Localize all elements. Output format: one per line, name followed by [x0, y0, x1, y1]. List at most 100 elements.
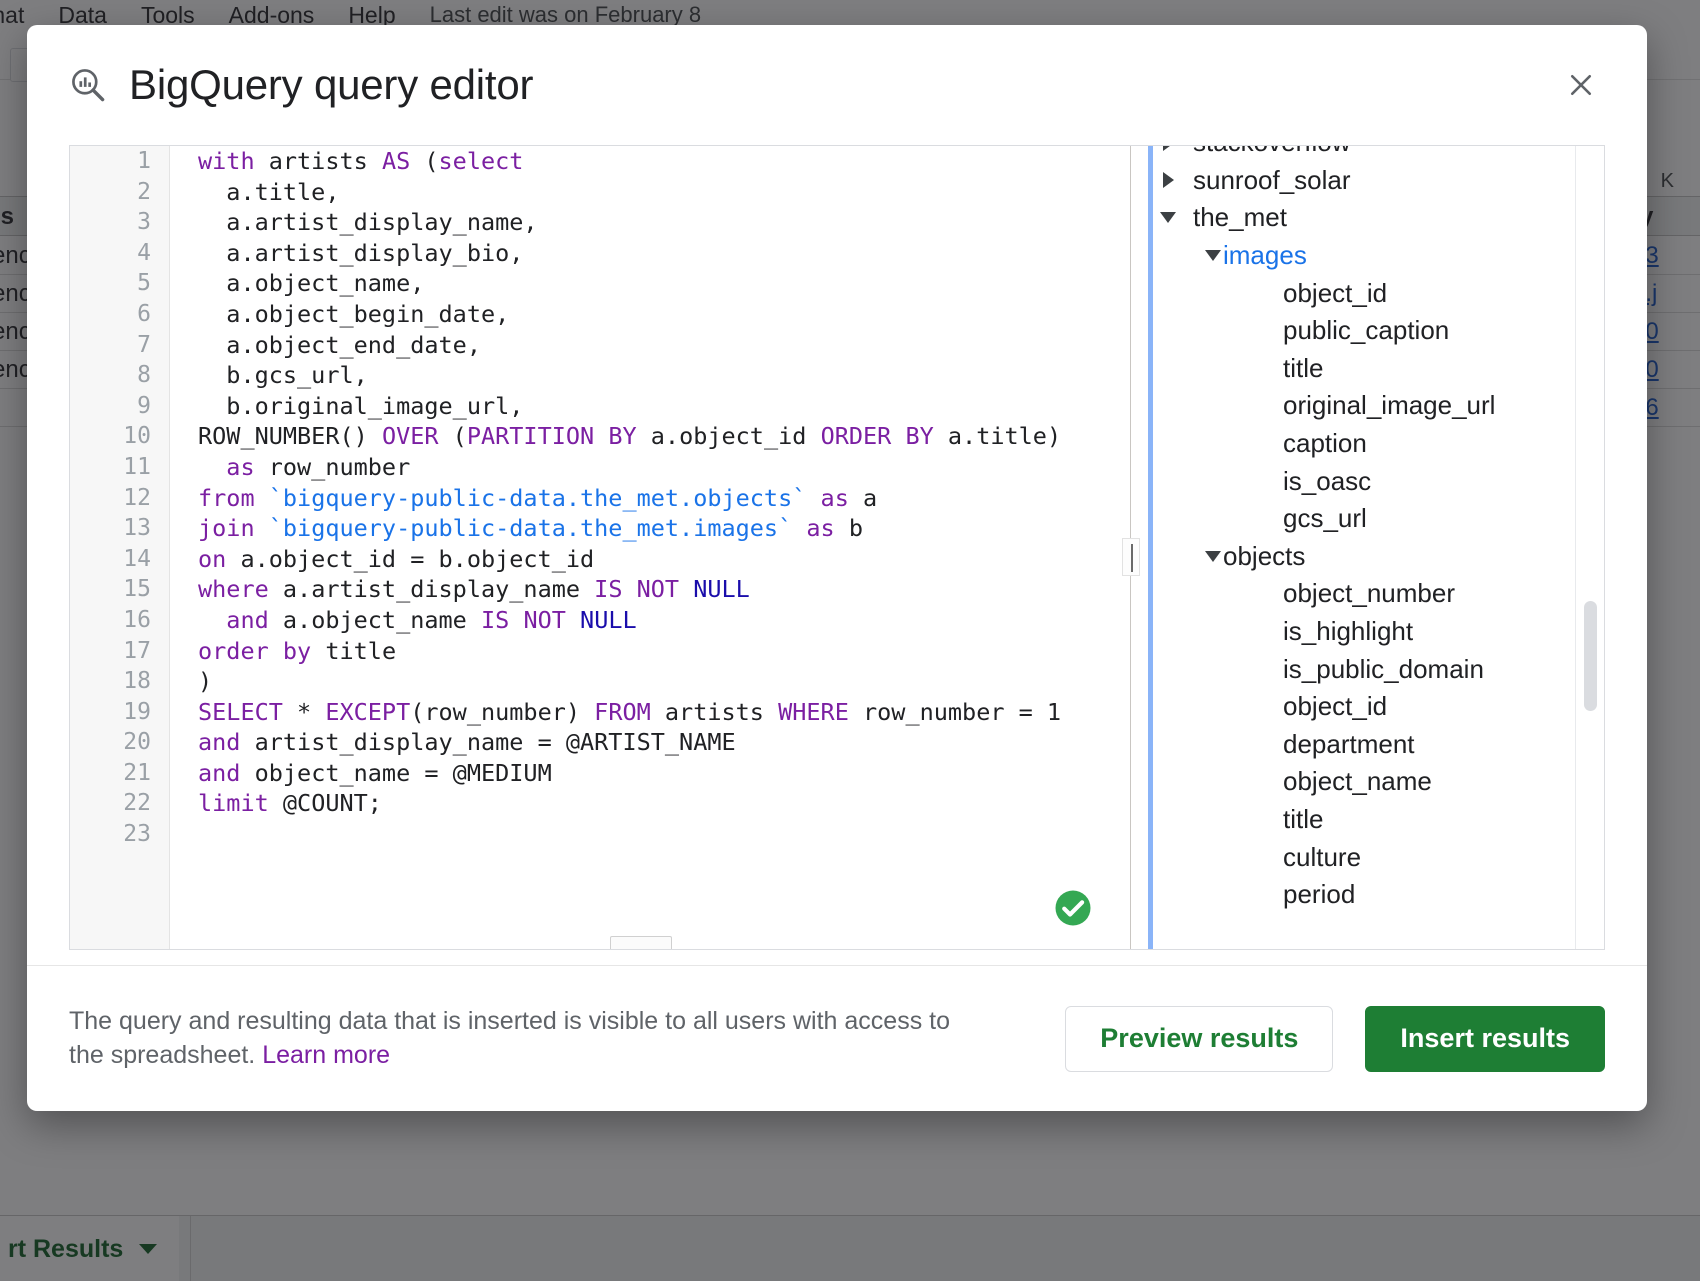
schema-tree-item-label: title — [1283, 353, 1323, 384]
schema-tree-item-sunroof_solar[interactable]: sunroof_solar — [1153, 162, 1574, 200]
sql-editor-pane[interactable]: 1234567891011121314151617181920212223 wi… — [69, 145, 1114, 950]
chevron-down-icon[interactable] — [1183, 250, 1213, 261]
schema-tree-item-department[interactable]: department — [1153, 726, 1574, 764]
code-line: limit @COUNT; — [198, 788, 1114, 819]
dialog-header: BigQuery query editor — [27, 25, 1647, 145]
schema-tree-item-object_id[interactable]: object_id — [1153, 274, 1574, 312]
bigquery-search-icon — [69, 66, 107, 104]
dialog-body: 1234567891011121314151617181920212223 wi… — [69, 145, 1605, 950]
code-line: a.object_end_date, — [198, 330, 1114, 361]
schema-tree-item-label: caption — [1283, 428, 1367, 459]
schema-tree-item-public_caption[interactable]: public_caption — [1153, 312, 1574, 350]
schema-tree-item-stackoverflow[interactable]: stackoverflow — [1153, 145, 1574, 162]
code-line: a.object_begin_date, — [198, 299, 1114, 330]
schema-tree-item-caption[interactable]: caption — [1153, 425, 1574, 463]
footer-note-text: The query and resulting data that is ins… — [69, 1007, 950, 1069]
schema-tree-item-is_public_domain[interactable]: is_public_domain — [1153, 650, 1574, 688]
schema-tree-item-object_name[interactable]: object_name — [1153, 763, 1574, 801]
schema-tree-item-object_id[interactable]: object_id — [1153, 688, 1574, 726]
schema-tree-item-title[interactable]: title — [1153, 801, 1574, 839]
learn-more-link[interactable]: Learn more — [262, 1041, 390, 1069]
schema-tree-item-culture[interactable]: culture — [1153, 838, 1574, 876]
line-number: 21 — [70, 758, 169, 789]
line-number: 15 — [70, 574, 169, 605]
code-line: order by title — [198, 636, 1114, 667]
schema-tree-item-label: object_number — [1283, 578, 1455, 609]
schema-tree-item-objects[interactable]: objects — [1153, 538, 1574, 576]
schema-tree-item-label: object_name — [1283, 766, 1432, 797]
schema-tree-item-label: title — [1283, 804, 1323, 835]
code-line: where a.artist_display_name IS NOT NULL — [198, 574, 1114, 605]
sql-code-area[interactable]: with artists AS (select a.title, a.artis… — [171, 146, 1114, 949]
close-icon[interactable] — [1559, 63, 1603, 107]
line-number: 17 — [70, 636, 169, 667]
schema-tree-item-original_image_url[interactable]: original_image_url — [1153, 387, 1574, 425]
line-number: 4 — [70, 238, 169, 269]
splitter-drag-handle[interactable] — [1122, 538, 1140, 576]
editor-horizontal-scrollbar[interactable] — [610, 936, 672, 949]
chevron-down-icon[interactable] — [1153, 212, 1183, 223]
schema-tree-item-images[interactable]: images — [1153, 237, 1574, 275]
line-number: 9 — [70, 391, 169, 422]
line-number: 10 — [70, 421, 169, 452]
line-number: 16 — [70, 605, 169, 636]
pane-splitter[interactable] — [1114, 145, 1148, 950]
preview-results-button[interactable]: Preview results — [1065, 1006, 1333, 1072]
line-number: 5 — [70, 268, 169, 299]
schema-tree-item-label: gcs_url — [1283, 503, 1367, 534]
schema-tree-item-label: is_oasc — [1283, 466, 1371, 497]
schema-tree-item-label: culture — [1283, 842, 1361, 873]
line-number: 11 — [70, 452, 169, 483]
code-line: a.artist_display_name, — [198, 207, 1114, 238]
code-line: join `bigquery-public-data.the_met.image… — [198, 513, 1114, 544]
line-number: 13 — [70, 513, 169, 544]
line-number: 20 — [70, 727, 169, 758]
schema-tree-item-label: original_image_url — [1283, 390, 1495, 421]
schema-tree-item-label: the_met — [1193, 202, 1287, 233]
line-number-gutter: 1234567891011121314151617181920212223 — [70, 146, 170, 949]
schema-tree-item-object_number[interactable]: object_number — [1153, 575, 1574, 613]
line-number: 6 — [70, 299, 169, 330]
schema-tree-item-gcs_url[interactable]: gcs_url — [1153, 500, 1574, 538]
line-number: 8 — [70, 360, 169, 391]
scrollbar-thumb[interactable] — [1584, 601, 1597, 711]
chevron-right-icon[interactable] — [1153, 145, 1183, 151]
line-number: 19 — [70, 697, 169, 728]
schema-tree-item-label: images — [1223, 240, 1307, 271]
schema-tree-item-label: period — [1283, 879, 1355, 910]
schema-tree-item-label: object_id — [1283, 691, 1387, 722]
schema-tree-item-period[interactable]: period — [1153, 876, 1574, 914]
line-number: 18 — [70, 666, 169, 697]
schema-tree-item-label: objects — [1223, 541, 1305, 572]
schema-tree-item-the_met[interactable]: the_met — [1153, 199, 1574, 237]
schema-tree-item-label: public_caption — [1283, 315, 1449, 346]
schema-tree-item-label: is_highlight — [1283, 616, 1413, 647]
line-number: 3 — [70, 207, 169, 238]
chevron-down-icon[interactable] — [1183, 551, 1213, 562]
schema-tree-item-title[interactable]: title — [1153, 350, 1574, 388]
line-number: 7 — [70, 330, 169, 361]
page-title: BigQuery query editor — [129, 61, 533, 109]
line-number: 12 — [70, 483, 169, 514]
schema-tree-list[interactable]: stackoverflow sunroof_solar the_metimages o… — [1153, 145, 1574, 949]
schema-tree-item-label: object_id — [1283, 278, 1387, 309]
schema-tree-item-label: sunroof_solar — [1193, 165, 1351, 196]
insert-results-button[interactable]: Insert results — [1365, 1006, 1605, 1072]
code-line: a.object_name, — [198, 268, 1114, 299]
code-line: SELECT * EXCEPT(row_number) FROM artists… — [198, 697, 1114, 728]
code-line: b.original_image_url, — [198, 391, 1114, 422]
valid-check-icon — [1052, 887, 1094, 929]
schema-tree-scrollbar[interactable] — [1576, 146, 1602, 949]
schema-tree-item-is_highlight[interactable]: is_highlight — [1153, 613, 1574, 651]
code-line: and a.object_name IS NOT NULL — [198, 605, 1114, 636]
schema-tree-item-is_oasc[interactable]: is_oasc — [1153, 462, 1574, 500]
line-number: 2 — [70, 177, 169, 208]
code-line: and artist_display_name = @ARTIST_NAME — [198, 727, 1114, 758]
dialog-footer: The query and resulting data that is ins… — [27, 965, 1647, 1111]
schema-tree-item-label: stackoverflow — [1193, 145, 1351, 158]
line-number: 23 — [70, 819, 169, 850]
chevron-right-icon[interactable] — [1153, 172, 1183, 188]
code-line: from `bigquery-public-data.the_met.objec… — [198, 483, 1114, 514]
schema-tree-pane[interactable]: stackoverflow sunroof_solar the_metimages o… — [1148, 145, 1605, 950]
schema-tree-item-label: is_public_domain — [1283, 654, 1484, 685]
